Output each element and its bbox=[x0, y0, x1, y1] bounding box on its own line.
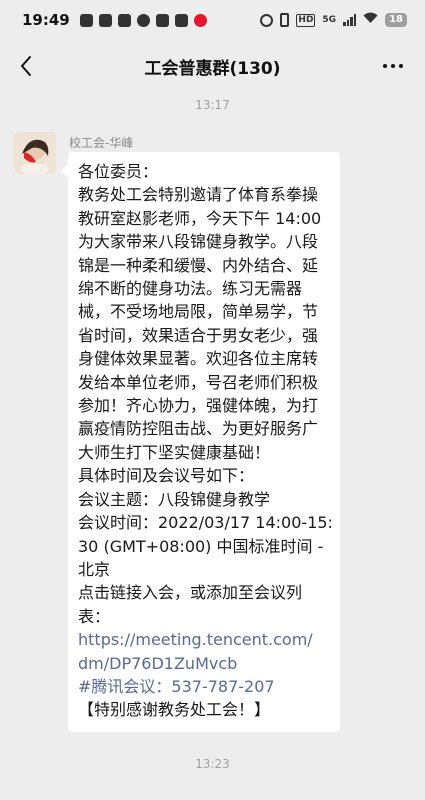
alarm-icon bbox=[260, 13, 274, 27]
message-text-line: 身健体效果显著。欢迎各位主席转 bbox=[78, 349, 319, 369]
status-left: 19:49 bbox=[22, 11, 207, 29]
message-text-line: 北京 bbox=[78, 559, 111, 579]
weibo-icon bbox=[193, 13, 207, 27]
more-dot-icon bbox=[383, 64, 387, 68]
message-text-line: 教研室赵影老师，今天下午 14:00 bbox=[78, 208, 322, 228]
meeting-link-text[interactable]: https://meeting.tencent.com/ bbox=[78, 628, 330, 651]
battery-indicator: 18 bbox=[385, 13, 407, 27]
video-app-icon bbox=[117, 13, 131, 27]
message-text-line: 会议主题：八段锦健身教学 bbox=[78, 489, 271, 509]
message-bubble[interactable]: 各位委员： 教务处工会特别邀请了体育系拳操 教研室赵影老师，今天下午 14:00 为大… bbox=[68, 152, 340, 732]
message-text-line: 省时间，效果适合于男女老少，强 bbox=[78, 325, 319, 345]
wifi-icon bbox=[363, 12, 378, 28]
chat-app-icon bbox=[136, 13, 150, 27]
status-time: 19:49 bbox=[22, 11, 70, 29]
sender-name: 校工会-华峰 bbox=[69, 136, 134, 150]
meeting-link-text[interactable]: #腾讯会议：537-787-207 bbox=[78, 675, 330, 698]
message-text-line: 械，不受场地局限，简单易学，节 bbox=[78, 302, 319, 322]
message-text-line: 锦是一种柔和缓慢、内外结合、延 bbox=[78, 255, 319, 275]
hd-icon: HD bbox=[296, 13, 316, 27]
signal-icon bbox=[343, 14, 357, 26]
more-dot-icon bbox=[391, 64, 395, 68]
message-text-line: 参加！齐心协力，强健体魄，为打 bbox=[78, 396, 319, 416]
message-text-line: 各位委员： bbox=[78, 162, 159, 181]
message-text-line: 具体时间及会议号如下： bbox=[78, 466, 255, 486]
photo-app-icon bbox=[174, 13, 188, 27]
message-text-line: 发给本单位老师，号召老师们积极 bbox=[78, 372, 319, 392]
notes-app-icon bbox=[98, 13, 112, 27]
avatar-image-icon bbox=[14, 132, 56, 174]
message-text-line: 30 (GMT+08:00) 中国标准时间 - bbox=[78, 536, 324, 556]
message-text-line: 表： bbox=[78, 606, 111, 626]
message-text-line: 绵不断的健身功法。练习无需器 bbox=[78, 279, 303, 299]
music-app-icon bbox=[79, 13, 93, 27]
chat-header: 工会普惠群(130) bbox=[0, 40, 425, 92]
message-text-line: 教务处工会特别邀请了体育系拳操 bbox=[78, 185, 319, 205]
vibrate-icon bbox=[280, 13, 290, 27]
more-dot-icon bbox=[399, 64, 403, 68]
message-text-line: 【特别感谢教务处工会！】 bbox=[78, 700, 271, 720]
more-options-button[interactable] bbox=[379, 54, 407, 78]
message-text-line: 会议时间：2022/03/17 14:00-15: bbox=[78, 513, 333, 533]
sender-avatar[interactable] bbox=[14, 132, 56, 174]
status-right: HD 5G 18 bbox=[260, 12, 407, 28]
media-app-icon bbox=[155, 13, 169, 27]
chevron-left-icon bbox=[21, 56, 31, 76]
message-text-line: 赢疫情防控阻击战、为更好服务广 bbox=[78, 419, 319, 439]
message-text-line: 大师生打下坚实健康基础！ bbox=[78, 442, 271, 462]
chat-title: 工会普惠群(130) bbox=[144, 58, 281, 79]
message-timestamp: 13:23 bbox=[195, 757, 230, 771]
network-type: 5G bbox=[322, 14, 337, 25]
back-button[interactable] bbox=[12, 52, 40, 80]
meeting-link-text[interactable]: dm/DP76D1ZuMvcb bbox=[78, 652, 330, 675]
message-text-line: 点击链接入会，或添加至会议列 bbox=[78, 583, 303, 603]
status-bar: 19:49 HD 5G 18 bbox=[0, 0, 425, 40]
message-text-line: 为大家带来八段锦健身教学。八段 bbox=[78, 232, 319, 252]
message-timestamp: 13:17 bbox=[195, 98, 230, 112]
